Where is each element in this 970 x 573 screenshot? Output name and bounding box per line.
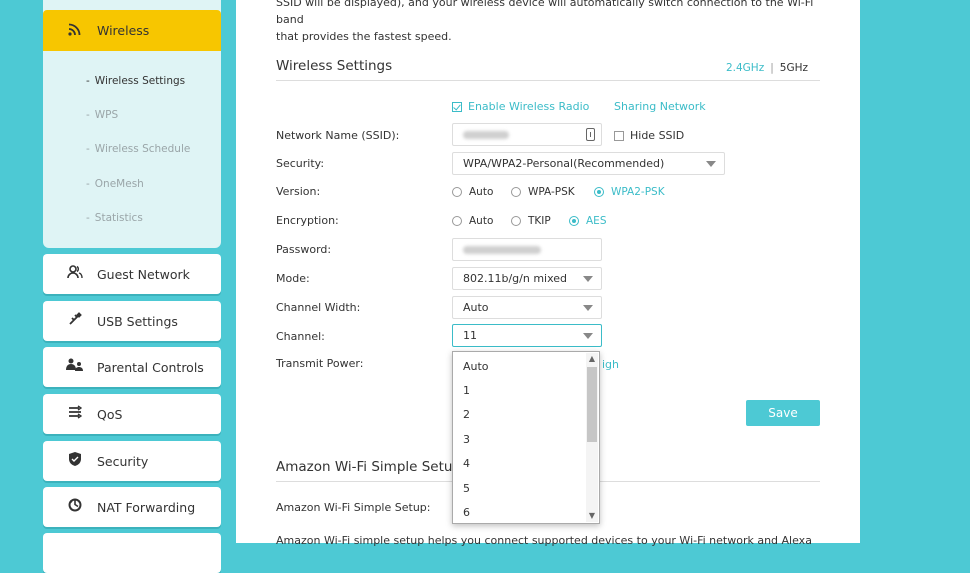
chevron-down-icon [583,276,593,282]
sidebar-item-label: Guest Network [97,266,190,282]
channel-option[interactable]: 5 [463,482,470,495]
divider [276,80,820,81]
sidebar-item-guest-network[interactable]: Guest Network [43,254,221,294]
channel-option[interactable]: Auto [463,360,489,373]
save-button[interactable]: Save [746,400,820,426]
sidebar-item-qos[interactable]: QoS [43,394,221,434]
band-selector: 2.4GHz | 5GHz [726,62,808,74]
ssid-input[interactable] [452,123,602,146]
sharing-network-link[interactable]: Sharing Network [614,100,706,113]
subitem-wireless-schedule[interactable]: - Wireless Schedule [86,143,190,155]
channel-dropdown-list[interactable]: Auto 1 2 3 4 5 6 ▲ ▼ [452,351,600,524]
sidebar-item-usb-settings[interactable]: USB Settings [43,301,221,341]
intro-text: SSID will be displayed), and your wirele… [276,0,814,43]
sidebar: Wireless - Wireless Settings - WPS - Wirele… [0,0,236,573]
sidebar-item-more[interactable] [43,533,221,573]
channel-option[interactable]: 1 [463,384,470,397]
subitem-onemesh[interactable]: - OneMesh [86,178,144,190]
transmit-power-label: Transmit Power: [276,357,364,370]
scroll-down-icon[interactable]: ▼ [586,510,598,522]
encryption-label: Encryption: [276,214,339,227]
password-label: Password: [276,243,332,256]
channel-select[interactable]: 11 [452,324,602,347]
version-auto-radio[interactable]: Auto [452,186,493,198]
band-24ghz-tab[interactable]: 2.4GHz [726,62,764,74]
scrollbar-thumb[interactable] [587,367,597,442]
shield-icon [65,452,85,470]
nat-forwarding-icon [65,498,85,516]
sidebar-item-security[interactable]: Security [43,441,221,481]
checkbox-box [614,130,624,141]
version-wpa-psk-radio[interactable]: WPA-PSK [511,186,575,198]
encryption-tkip-radio[interactable]: TKIP [511,215,551,227]
band-separator: | [770,62,774,74]
security-label: Security: [276,157,325,170]
password-input[interactable] [452,238,602,261]
channel-width-label: Channel Width: [276,301,361,314]
channel-label: Channel: [276,330,325,343]
chevron-down-icon [706,161,716,167]
version-wpa2-psk-radio[interactable]: WPA2-PSK [594,186,665,198]
chevron-down-icon [583,305,593,311]
ssid-edit-icon[interactable] [586,128,595,141]
encryption-aes-radio[interactable]: AES [569,215,606,227]
chevron-down-icon [583,333,593,339]
qos-icon [65,405,85,423]
scroll-up-icon[interactable]: ▲ [586,353,598,365]
section-title-wireless-settings: Wireless Settings [276,58,393,74]
channel-option[interactable]: 4 [463,457,470,470]
version-label: Version: [276,185,321,198]
sidebar-item-label: NAT Forwarding [97,499,196,515]
amazon-setup-description: Amazon Wi-Fi simple setup helps you conn… [276,534,812,547]
password-value-blurred [463,246,541,254]
hide-ssid-checkbox[interactable]: Hide SSID [614,129,684,142]
sidebar-item-parental-controls[interactable]: Parental Controls [43,347,221,387]
checkbox-box [452,101,462,112]
sidebar-item-label: Wireless [97,23,150,38]
transmit-power-high-radio[interactable]: igh [602,358,619,371]
channel-option[interactable]: 3 [463,433,470,446]
dropdown-scrollbar[interactable]: ▲ ▼ [586,353,598,522]
mode-select[interactable]: 802.11b/g/n mixed [452,267,602,290]
subitem-wps[interactable]: - WPS [86,109,118,121]
sidebar-item-wireless[interactable]: Wireless [43,10,221,51]
enable-wireless-radio-checkbox[interactable]: Enable Wireless Radio [452,100,589,113]
sidebar-item-label: Parental Controls [97,359,204,375]
security-select[interactable]: WPA/WPA2-Personal(Recommended) [452,152,725,175]
ssid-value-blurred [463,131,509,139]
usb-icon [65,312,85,330]
subitem-statistics[interactable]: - Statistics [86,212,143,224]
channel-width-select[interactable]: Auto [452,296,602,319]
wireless-icon [65,22,85,40]
guest-network-icon [65,265,85,283]
subitem-wireless-settings[interactable]: - Wireless Settings [86,75,185,87]
band-5ghz-tab[interactable]: 5GHz [780,62,808,74]
sidebar-item-label: USB Settings [97,313,178,329]
sidebar-item-label: QoS [97,406,123,422]
encryption-auto-radio[interactable]: Auto [452,215,493,227]
sidebar-item-label: Security [97,453,149,469]
parental-controls-icon [65,358,85,376]
mode-label: Mode: [276,272,310,285]
sidebar-item-nat-forwarding[interactable]: NAT Forwarding [43,487,221,527]
channel-option[interactable]: 6 [463,506,470,519]
ssid-label: Network Name (SSID): [276,129,400,142]
section-title-amazon: Amazon Wi-Fi Simple Setu [276,459,453,475]
channel-option[interactable]: 2 [463,408,470,421]
amazon-setup-label: Amazon Wi-Fi Simple Setup: [276,501,431,514]
